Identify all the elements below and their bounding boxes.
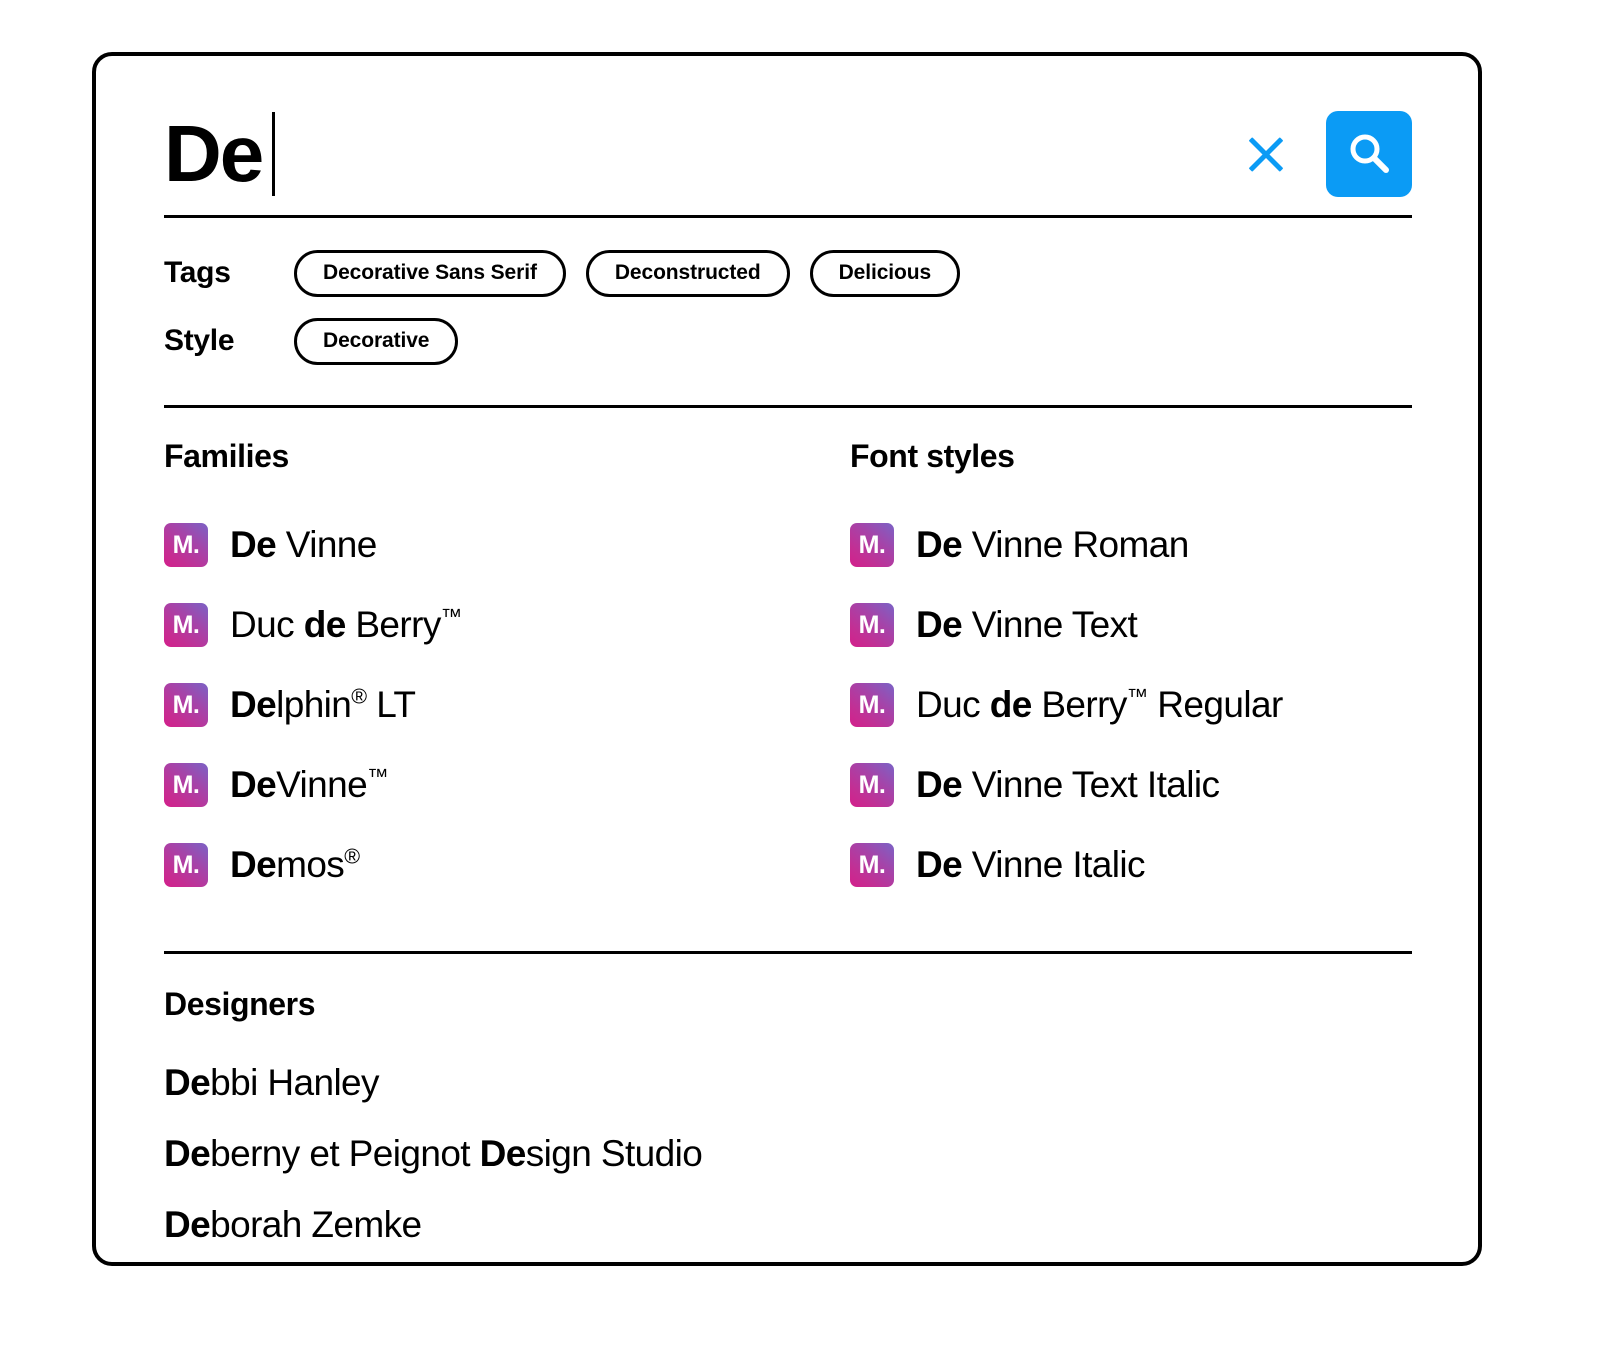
tag-chip-list: Decorative Sans Serif Deconstructed Deli… [294,249,961,297]
list-item-label: Duc de Berry™ Regular [916,684,1283,725]
list-item-label: De Vinne Text [916,604,1138,645]
list-item-label: DeVinne™ [230,764,389,805]
font-styles-list: M. De Vinne Roman M. De Vinne Text M. Duc de … [850,505,1412,905]
monotype-badge-icon: M. [164,763,208,807]
list-item[interactable]: M. De Vinne Text [850,585,1412,665]
list-item-label: Duc de Berry™ [230,604,462,645]
families-list: M. De Vinne M. Duc de Berry™ M. Delphin® LT M.… [164,505,850,905]
list-item[interactable]: M. Duc de Berry™ Regular [850,665,1412,745]
font-styles-title: Font styles [850,438,1015,474]
results-columns: Families M. De Vinne M. Duc de Berry™ M. Delp… [164,438,1412,905]
panel-content: De Tags Decorative Sans Serif Deconstruc… [164,56,1412,1262]
search-actions [1240,92,1412,216]
designers-section: Designers Debbi Hanley Deberny et Peignot… [164,986,1412,1260]
tag-chip[interactable]: Delicious [809,249,961,297]
monotype-badge-icon: M. [850,843,894,887]
list-item[interactable]: M. DeVinne™ [164,745,850,825]
list-item[interactable]: M. De Vinne Text Italic [850,745,1412,825]
monotype-badge-icon: M. [164,683,208,727]
divider-designers [164,951,1412,954]
font-search-panel: De Tags Decorative Sans Serif Deconstruc… [92,52,1482,1266]
tags-row: Tags Decorative Sans Serif Deconstructed… [164,239,1412,307]
search-icon [1345,129,1393,180]
monotype-badge-icon: M. [850,683,894,727]
monotype-badge-icon: M. [850,523,894,567]
divider-meta [164,405,1412,408]
monotype-badge-icon: M. [850,603,894,647]
style-label: Style [164,324,235,357]
list-item-label: De Vinne Roman [916,524,1189,565]
designers-list: Debbi Hanley Deberny et Peignot Design St… [164,1047,1412,1260]
metadata-section: Tags Decorative Sans Serif Deconstructed… [164,239,1412,375]
designers-title: Designers [164,986,316,1022]
list-item-label: De Vinne Text Italic [916,764,1220,805]
style-chip[interactable]: Decorative [294,317,459,365]
list-item[interactable]: M. Delphin® LT [164,665,850,745]
font-styles-column: Font styles M. De Vinne Roman M. De Vinne T… [850,438,1412,905]
families-title: Families [164,438,289,474]
list-item[interactable]: M. Duc de Berry™ [164,585,850,665]
search-input[interactable]: De [164,92,276,216]
list-item[interactable]: M. De Vinne [164,505,850,585]
list-item[interactable]: M. De Vinne Roman [850,505,1412,585]
list-item-label: De Vinne [230,524,377,565]
list-item-label: De Vinne Italic [916,844,1146,885]
list-item-label: Demos® [230,844,360,885]
style-row: Style Decorative [164,307,1412,375]
list-item-label: Delphin® LT [230,684,416,725]
list-item[interactable]: M. De Vinne Italic [850,825,1412,905]
style-chip-list: Decorative [294,317,459,365]
list-item[interactable]: M. Demos® [164,825,850,905]
monotype-badge-icon: M. [164,603,208,647]
designer-item[interactable]: Debbi Hanley [164,1047,1412,1118]
search-bar: De [164,92,1412,216]
tags-label: Tags [164,256,231,289]
search-query-text: De [164,109,264,198]
monotype-badge-icon: M. [850,763,894,807]
search-submit-button[interactable] [1326,111,1412,197]
families-column: Families M. De Vinne M. Duc de Berry™ M. Delp… [164,438,850,905]
designer-item[interactable]: Deberny et Peignot Design Studio [164,1118,1412,1189]
tag-chip[interactable]: Decorative Sans Serif [294,249,566,297]
tag-chip[interactable]: Deconstructed [585,249,790,297]
monotype-badge-icon: M. [164,523,208,567]
divider-search [164,215,1412,218]
monotype-badge-icon: M. [164,843,208,887]
text-caret [272,112,276,196]
close-icon[interactable] [1240,128,1292,180]
designer-item[interactable]: Deborah Zemke [164,1189,1412,1260]
